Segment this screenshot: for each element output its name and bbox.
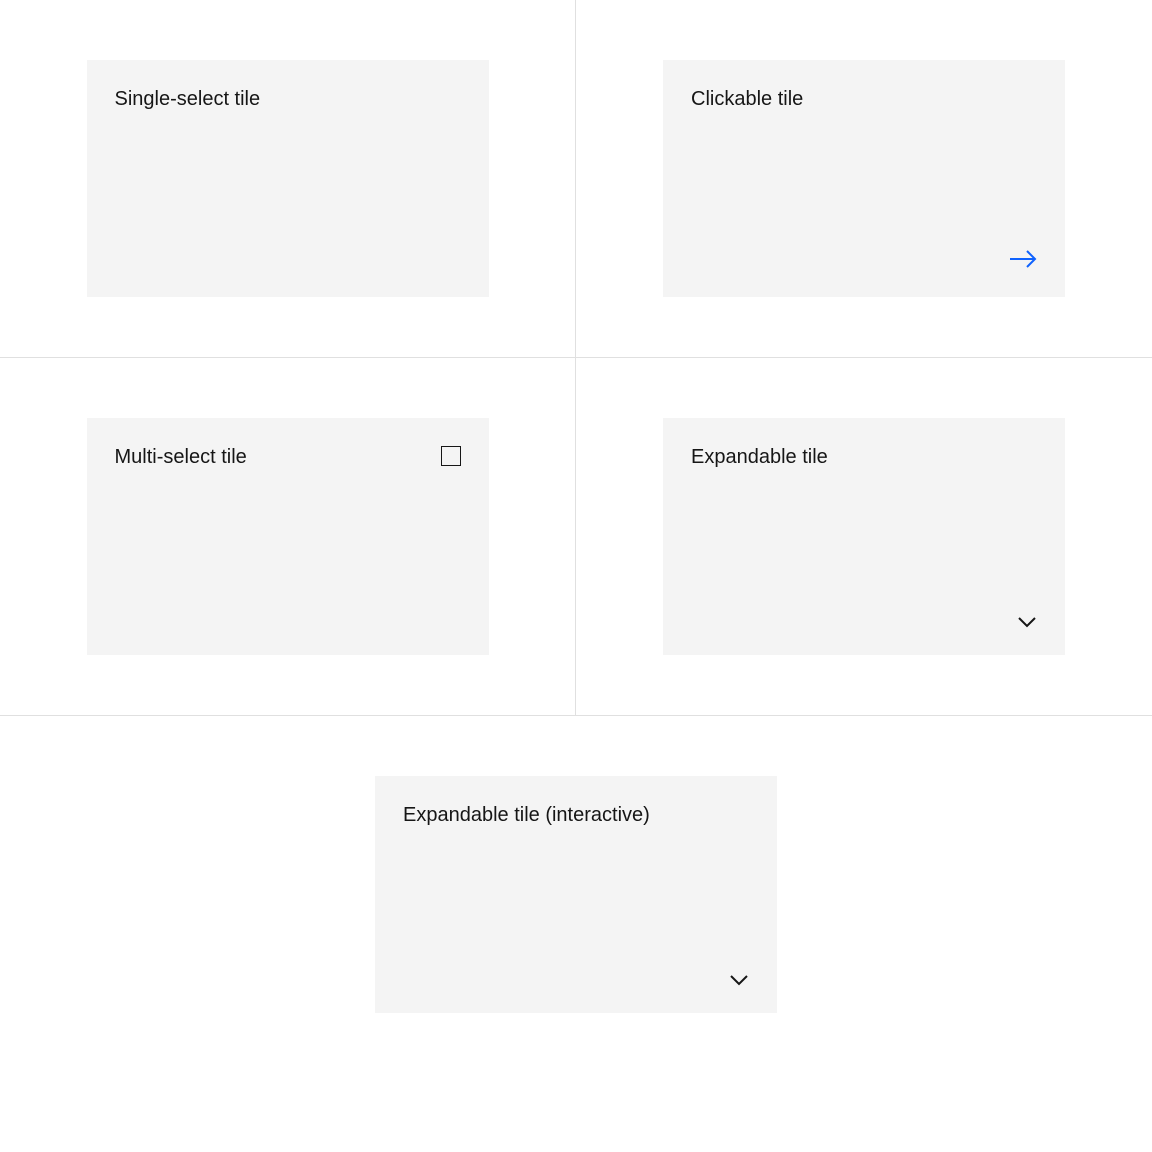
cell-single-select: Single-select tile [0, 0, 576, 358]
cell-expandable: Expandable tile [576, 358, 1152, 716]
clickable-tile[interactable]: Clickable tile [663, 60, 1065, 297]
tile-label: Expandable tile (interactive) [403, 804, 749, 827]
expandable-interactive-tile[interactable]: Expandable tile (interactive) [375, 776, 777, 1013]
checkbox-icon[interactable] [441, 446, 461, 466]
chevron-down-icon[interactable] [729, 973, 749, 985]
single-select-tile[interactable]: Single-select tile [87, 60, 489, 297]
cell-clickable: Clickable tile [576, 0, 1152, 358]
arrow-right-icon [1009, 249, 1037, 269]
chevron-down-icon[interactable] [1017, 615, 1037, 627]
cell-multi-select: Multi-select tile [0, 358, 576, 716]
tile-label: Multi-select tile [115, 446, 461, 469]
tile-label: Single-select tile [115, 88, 461, 111]
tile-label: Expandable tile [691, 446, 1037, 469]
row-expandable-interactive: Expandable tile (interactive) [0, 716, 1152, 1073]
expandable-tile[interactable]: Expandable tile [663, 418, 1065, 655]
tile-label: Clickable tile [691, 88, 1037, 111]
multi-select-tile[interactable]: Multi-select tile [87, 418, 489, 655]
